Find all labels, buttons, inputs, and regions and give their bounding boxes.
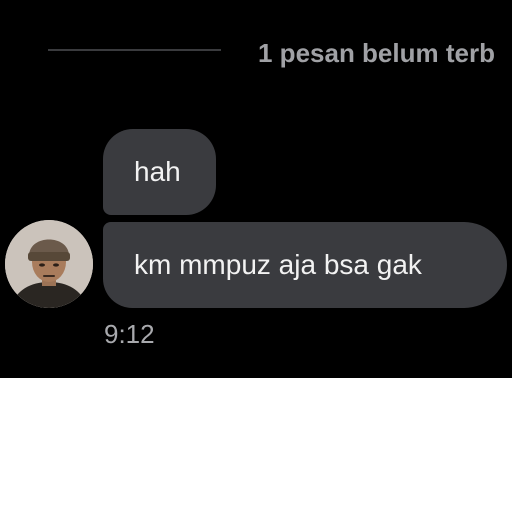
avatar-photo-icon xyxy=(5,220,93,308)
message-bubble[interactable]: km mmpuz aja bsa gak xyxy=(103,222,507,308)
avatar[interactable] xyxy=(5,220,93,308)
blank-area xyxy=(0,378,512,512)
divider-line xyxy=(48,49,221,51)
unread-label: 1 pesan belum terb xyxy=(258,38,495,68)
chat-screen: 1 pesan belum terb hah km mmpuz aja bsa … xyxy=(0,0,512,378)
message-bubble[interactable]: hah xyxy=(103,129,216,215)
message-text: km mmpuz aja bsa gak xyxy=(134,249,422,280)
message-text: hah xyxy=(134,156,181,187)
unread-divider: 1 pesan belum terb xyxy=(0,28,512,76)
message-timestamp: 9:12 xyxy=(104,319,155,349)
